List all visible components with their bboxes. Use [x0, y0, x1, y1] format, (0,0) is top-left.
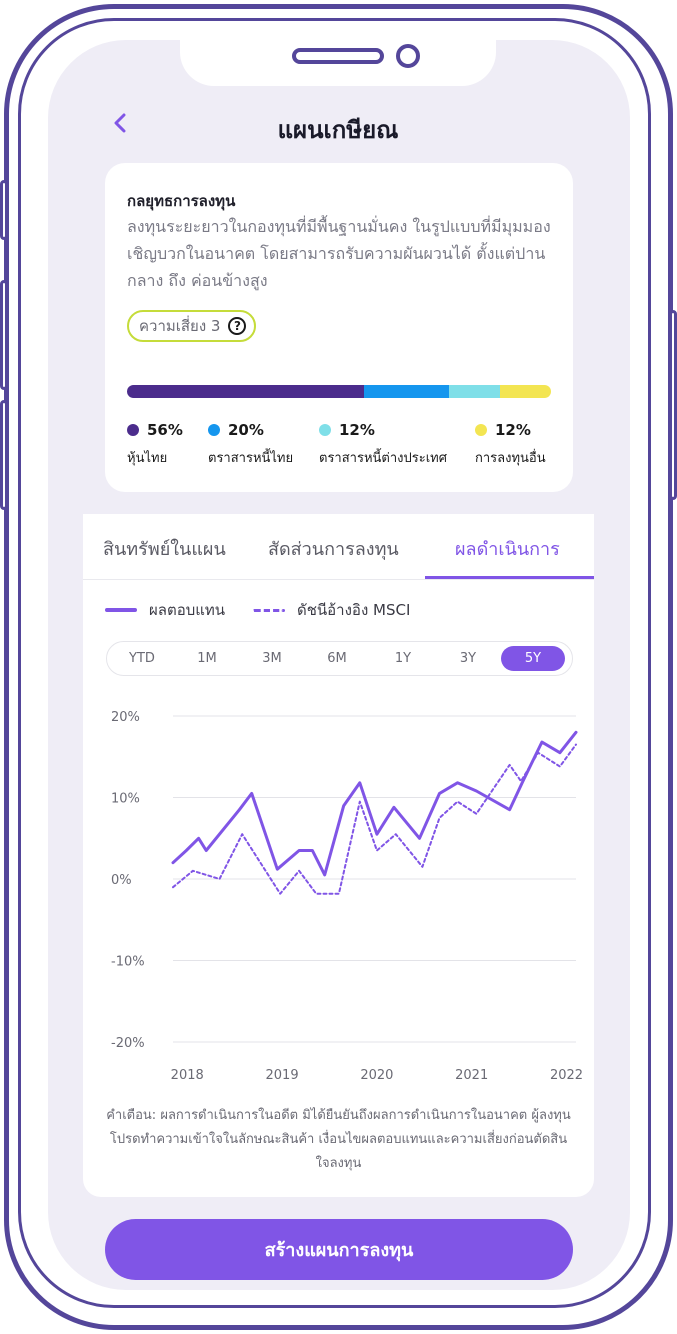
page-title: แผนเกษียณ — [277, 116, 399, 144]
allocation-legend-thai-bonds: 20% ตราสารหนี้ไทย — [208, 421, 293, 468]
question-circle-icon[interactable]: ? — [228, 317, 247, 335]
allocation-name: ตราสารหนี้ไทย — [208, 451, 294, 466]
period-1y[interactable]: 1Y — [371, 646, 435, 671]
legend-dot — [319, 424, 331, 436]
strategy-description: ลงทุนระยะยาวในกองทุนที่มีพื้นฐานมั่นคง ใ… — [127, 217, 551, 290]
x-tick-label: 2020 — [360, 1068, 393, 1083]
risk-level-badge[interactable]: ความเสี่ยง 3 ? — [127, 310, 257, 342]
disclaimer-text: คำเตือน: ผลการดำเนินการในอดีต มิได้ยืนยั… — [106, 1108, 571, 1171]
period-selector: YTD 1M 3M 6M 1Y 3Y 5Y — [106, 641, 573, 676]
legend-label-return: ผลตอบแทน — [149, 601, 226, 619]
y-tick-label: 20% — [111, 710, 140, 725]
performance-line-chart: 20% 10% 0% -10% -20% 2018 2019 2020 2021 2022 — [111, 710, 583, 1083]
y-tick-label: -20% — [111, 1036, 145, 1051]
solid-line-key — [105, 608, 137, 612]
allocation-percent: 12% — [339, 421, 375, 439]
x-tick-label: 2018 — [171, 1068, 204, 1083]
y-tick-label: 0% — [111, 873, 132, 888]
camera-icon — [396, 44, 420, 68]
legend-label-benchmark: ดัชนีอ้างอิง MSCI — [297, 601, 411, 619]
allocation-segment-thai-bonds — [364, 385, 450, 398]
legend-dot — [475, 424, 487, 436]
performance-card: สินทรัพย์ในแผน สัดส่วนการลงทุน ผลดำเนินก… — [83, 514, 594, 1197]
allocation-name: หุ้นไทย — [127, 451, 168, 466]
tab-bar: สินทรัพย์ในแผน สัดส่วนการลงทุน ผลดำเนินก… — [83, 514, 594, 580]
speaker-icon — [292, 48, 384, 64]
legend-dot — [127, 424, 139, 436]
allocation-name: การลงทุนอื่น — [475, 451, 546, 466]
strategy-card: กลยุทธการลงทุน ลงทุนระยะยาวในกองทุนที่มี… — [105, 163, 573, 492]
tab-assets[interactable]: สินทรัพย์ในแผน — [103, 534, 226, 563]
return-series-line — [171, 730, 578, 877]
period-ytd[interactable]: YTD — [110, 646, 174, 671]
active-tab-indicator — [425, 576, 594, 579]
tab-allocation[interactable]: สัดส่วนการลงทุน — [268, 534, 399, 563]
allocation-segment-foreign-bonds — [449, 385, 501, 398]
chart-legend-return: ผลตอบแทน — [105, 598, 225, 622]
y-tick-label: -10% — [111, 955, 145, 970]
period-1m[interactable]: 1M — [175, 646, 239, 671]
period-3m[interactable]: 3M — [240, 646, 304, 671]
allocation-percent: 20% — [228, 421, 264, 439]
x-tick-label: 2019 — [266, 1068, 299, 1083]
period-3y[interactable]: 3Y — [436, 646, 500, 671]
chart-legend-benchmark: ดัชนีอ้างอิง MSCI — [253, 598, 410, 622]
tab-performance[interactable]: ผลดำเนินการ — [455, 534, 560, 563]
create-plan-button[interactable]: สร้างแผนการลงทุน — [105, 1219, 573, 1280]
allocation-legend-foreign-bonds: 12% ตราสารหนี้ต่างประเทศ — [319, 421, 447, 468]
allocation-legend-thai-stocks: 56% หุ้นไทย — [127, 421, 183, 468]
allocation-segment-thai-stocks — [127, 385, 365, 398]
power-button — [669, 310, 677, 500]
allocation-name: ตราสารหนี้ต่างประเทศ — [319, 451, 447, 466]
y-tick-label: 10% — [111, 792, 140, 807]
x-tick-label: 2021 — [455, 1068, 488, 1083]
x-tick-label: 2022 — [550, 1068, 583, 1083]
page-header: แผนเกษียณ — [82, 100, 594, 150]
legend-dot — [208, 424, 220, 436]
allocation-segment-other — [500, 385, 551, 398]
mute-switch — [0, 180, 8, 240]
volume-down-button — [0, 400, 8, 510]
period-6m[interactable]: 6M — [305, 646, 369, 671]
allocation-legend-other: 12% การลงทุนอื่น — [475, 421, 546, 468]
allocation-percent: 12% — [495, 421, 531, 439]
volume-up-button — [0, 280, 8, 390]
period-5y[interactable]: 5Y — [501, 646, 565, 671]
dashed-line-key — [253, 608, 285, 612]
allocation-percent: 56% — [147, 421, 183, 439]
allocation-bar — [127, 385, 551, 398]
strategy-title: กลยุทธการลงทุน — [127, 192, 236, 210]
risk-level-label: ความเสี่ยง 3 — [139, 317, 221, 335]
